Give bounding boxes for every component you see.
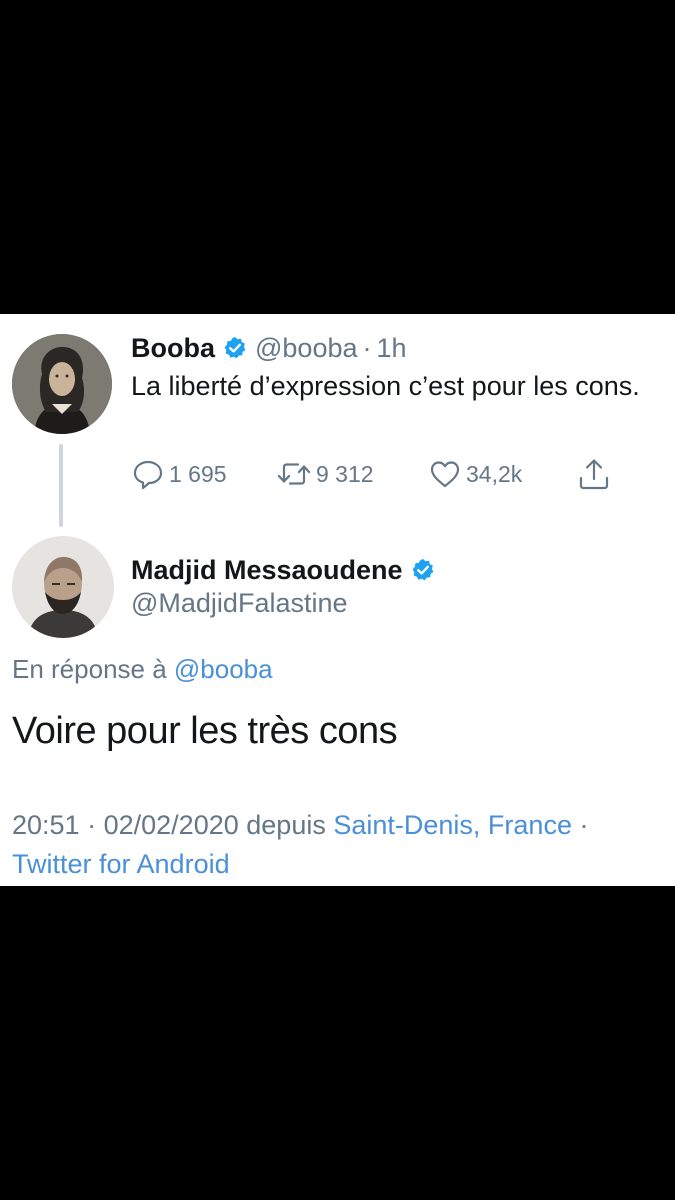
verified-badge-icon [411, 558, 435, 582]
tweet1-header: Booba @booba · 1h [131, 328, 407, 368]
meta-separator: · [579, 810, 589, 840]
booba-avatar[interactable] [12, 334, 112, 434]
from-word: depuis [246, 810, 326, 840]
reply-to-link[interactable]: @booba [174, 654, 273, 684]
like-count: 34,2k [466, 460, 523, 487]
tweet2-meta: 20:51 · 02/02/2020 depuis Saint-Denis, F… [12, 806, 672, 884]
tweet2-date: 02/02/2020 [103, 810, 239, 840]
tweet2-author-name[interactable]: Madjid Messaoudene [131, 555, 403, 586]
thread-line [59, 444, 63, 527]
tweet2-header: Madjid Messaoudene [131, 550, 443, 590]
tweet2-text: Voire pour les très cons [12, 710, 398, 752]
heart-icon [428, 457, 466, 491]
tweet2-handle[interactable]: @MadjidFalastine [131, 588, 348, 619]
reply-count: 1 695 [169, 460, 227, 487]
reply-prefix: En réponse à [12, 654, 167, 684]
retweet-count: 9 312 [316, 460, 374, 487]
tweet1-separator: · [362, 332, 372, 363]
reply-context: En réponse à @booba [12, 654, 273, 685]
tweet-card: Booba @booba · 1h La liberté d’expressio… [0, 314, 675, 886]
tweet1-actions: 1 695 9 312 34,2k [131, 456, 631, 492]
retweet-icon [276, 457, 316, 491]
madjid-avatar[interactable] [12, 536, 114, 638]
share-button[interactable] [576, 456, 616, 492]
meta-separator: · [87, 810, 97, 840]
location-link[interactable]: Saint-Denis, France [333, 810, 572, 840]
retweet-button[interactable]: 9 312 [276, 456, 374, 492]
tweet1-text: La liberté d’expression c’est pour les c… [131, 371, 640, 401]
verified-badge-icon [223, 336, 247, 360]
comment-icon [131, 457, 169, 491]
tweet1-handle[interactable]: @booba [255, 333, 358, 364]
tweet2-time: 20:51 [12, 810, 80, 840]
reply-button[interactable]: 1 695 [131, 456, 227, 492]
like-button[interactable]: 34,2k [428, 456, 522, 492]
tweet1-time[interactable]: 1h [377, 333, 407, 364]
client-link[interactable]: Twitter for Android [12, 849, 230, 879]
tweet1-author-name[interactable]: Booba [131, 333, 215, 364]
share-icon [576, 456, 616, 492]
